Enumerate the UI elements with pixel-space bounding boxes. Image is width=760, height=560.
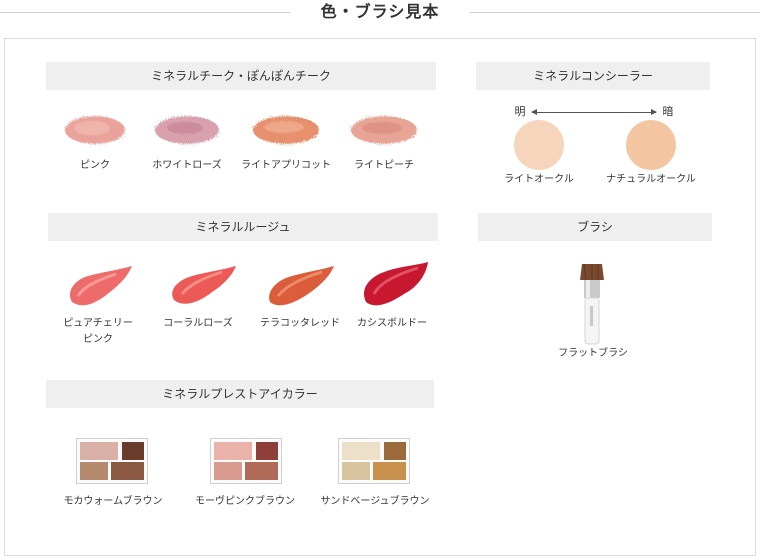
- dark-label: 暗: [662, 105, 674, 118]
- pan-2: [384, 442, 406, 460]
- rouge-label-pure-cherry-pink-2: ピンク: [83, 334, 113, 345]
- brush-section-header: ブラシ: [478, 213, 712, 241]
- pan-1: [214, 442, 252, 460]
- light-to-dark-arrow: [531, 109, 657, 115]
- eyeshadow-section-header: ミネラルプレストアイカラー: [46, 380, 434, 408]
- eyeshadow-label-sand-beige-brown: サンドベージュブラウン: [320, 496, 430, 507]
- concealer-swatch-light-ochre: [514, 120, 564, 170]
- cheek-label-light-apricot: ライトアプリコット: [241, 160, 331, 171]
- pan-1: [342, 442, 380, 460]
- pan-4: [373, 462, 406, 480]
- concealer-label-natural-ochre: ナチュラルオークル: [606, 174, 696, 185]
- brush-label-flat-brush: フラットブラシ: [558, 348, 628, 359]
- rouge-label-coral-rose: コーラルローズ: [163, 318, 233, 329]
- rouge-swatch-coral-rose: [172, 266, 236, 304]
- concealer-label-light-ochre: ライトオークル: [504, 174, 574, 185]
- pan-3: [80, 462, 108, 480]
- flat-brush-image: [580, 263, 604, 345]
- pan-2: [256, 442, 278, 460]
- cheek-swatch-pink: [65, 116, 125, 144]
- cheek-label-light-peach: ライトピーチ: [354, 160, 414, 171]
- pan-3: [342, 462, 370, 480]
- rouge-label-cassis-bordeaux: カシスボルドー: [357, 318, 427, 329]
- pan-2: [122, 442, 144, 460]
- concealer-swatch-natural-ochre: [626, 120, 676, 170]
- pan-3: [214, 462, 242, 480]
- light-label: 明: [514, 105, 526, 118]
- rouge-swatch-cassis-bordeaux: [364, 262, 428, 306]
- cheek-label-pink: ピンク: [80, 160, 110, 171]
- pan-4: [245, 462, 278, 480]
- eyeshadow-palette-mocha-warm-brown: [76, 438, 148, 484]
- eyeshadow-palette-sand-beige-brown: [338, 438, 410, 484]
- cheek-swatch-white-rose: [155, 116, 219, 144]
- rouge-swatch-pure-cherry-pink: [69, 266, 132, 306]
- pan-1: [80, 442, 118, 460]
- rouge-label-terracotta-red: テラコッタレッド: [260, 318, 340, 329]
- eyeshadow-label-mocha-warm-brown: モカウォームブラウン: [63, 496, 163, 507]
- cheek-swatch-light-apricot: [253, 116, 319, 144]
- cheek-swatch-light-peach: [351, 116, 417, 144]
- rouge-section-header: ミネラルルージュ: [48, 213, 438, 241]
- cheek-label-white-rose: ホワイトローズ: [152, 160, 222, 171]
- page-title: 色・ブラシ見本: [0, 0, 760, 24]
- pan-4: [111, 462, 144, 480]
- eyeshadow-label-mauve-pink-brown: モーヴピンクブラウン: [195, 496, 295, 507]
- eyeshadow-palette-mauve-pink-brown: [210, 438, 282, 484]
- rouge-swatch-terracotta-red: [269, 266, 334, 306]
- cheek-section-header: ミネラルチーク・ぽんぽんチーク: [46, 62, 436, 90]
- concealer-section-header: ミネラルコンシーラー: [476, 62, 710, 90]
- rouge-label-pure-cherry-pink-1: ピュアチェリー: [63, 318, 133, 329]
